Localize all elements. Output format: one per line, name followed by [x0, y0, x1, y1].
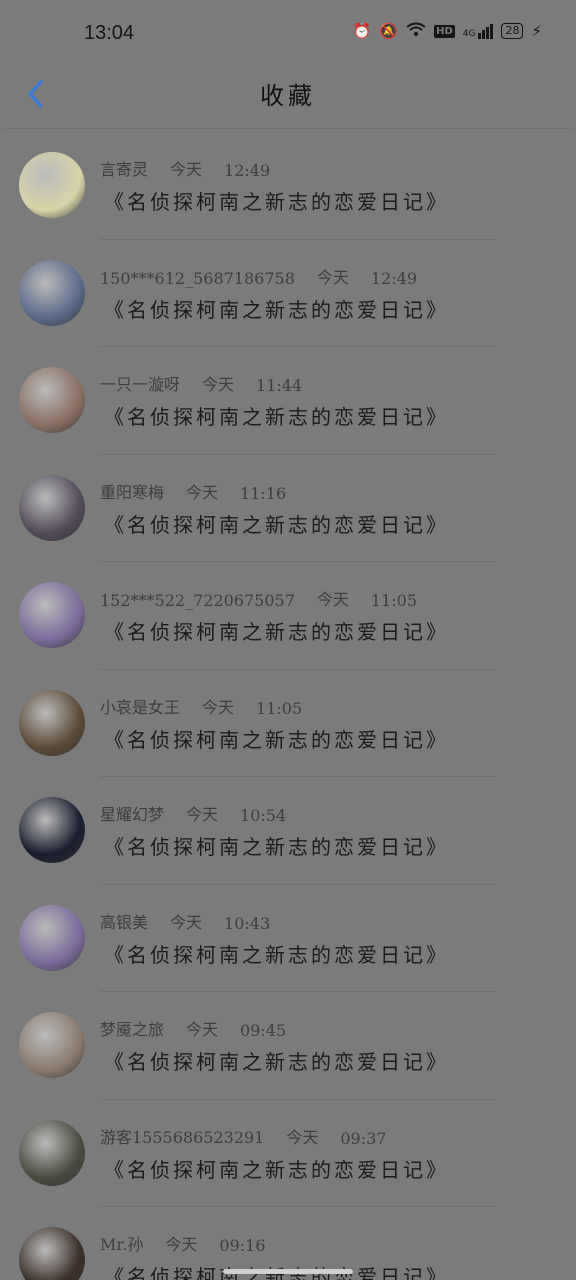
favorites-list: 言寄灵 今天 12:49 《名侦探柯南之新志的恋爱日记》 150***612_5…	[0, 132, 576, 1280]
timestamp-prefix: 今天	[170, 912, 203, 932]
favorite-content[interactable]: 《名侦探柯南之新志的恋爱日记》	[104, 831, 449, 860]
favorite-content[interactable]: 《名侦探柯南之新志的恋爱日记》	[104, 509, 449, 538]
network-label: 4G	[462, 28, 476, 39]
timestamp: 10:54	[240, 806, 287, 825]
favorite-content[interactable]: 《名侦探柯南之新志的恋爱日记》	[104, 294, 449, 323]
list-item[interactable]: 高银美 今天 10:43 《名侦探柯南之新志的恋爱日记》	[0, 885, 576, 992]
timestamp: 11:05	[256, 698, 303, 718]
mute-bell-icon: 🔕	[379, 22, 399, 40]
item-meta: 小哀是女王 今天 11:05	[100, 694, 302, 718]
charging-icon: ⚡	[531, 22, 542, 40]
status-time: 13:04	[84, 22, 135, 44]
favorite-content[interactable]: 《名侦探柯南之新志的恋爱日记》	[104, 724, 449, 753]
signal-4g-icon: 4G	[462, 23, 494, 39]
avatar[interactable]	[19, 474, 85, 541]
favorite-content[interactable]: 《名侦探柯南之新志的恋爱日记》	[104, 616, 449, 645]
list-item[interactable]: 152***522_7220675057 今天 11:05 《名侦探柯南之新志的…	[0, 562, 576, 670]
list-item[interactable]: 小哀是女王 今天 11:05 《名侦探柯南之新志的恋爱日记》	[0, 670, 576, 777]
list-item[interactable]: 重阳寒梅 今天 11:16 《名侦探柯南之新志的恋爱日记》	[0, 455, 576, 562]
username[interactable]: 152***522_7220675057	[100, 591, 295, 610]
username[interactable]: Mr.孙	[100, 1231, 143, 1255]
avatar[interactable]	[19, 904, 85, 971]
avatar[interactable]	[19, 259, 85, 326]
avatar[interactable]	[19, 689, 85, 756]
item-meta: 152***522_7220675057 今天 11:05	[100, 586, 417, 610]
favorite-content[interactable]: 《名侦探柯南之新志的恋爱日记》	[104, 401, 449, 430]
avatar[interactable]	[19, 1227, 85, 1280]
timestamp-prefix: 今天	[165, 1235, 198, 1254]
list-item[interactable]: 星耀幻梦 今天 10:54 《名侦探柯南之新志的恋爱日记》	[0, 777, 576, 885]
item-meta: 重阳寒梅 今天 11:16	[100, 479, 286, 503]
timestamp: 09:45	[240, 1021, 287, 1040]
list-item[interactable]: 一只一漩呀 今天 11:44 《名侦探柯南之新志的恋爱日记》	[0, 347, 576, 455]
item-meta: 梦魇之旅 今天 09:45	[100, 1016, 286, 1040]
favorite-content[interactable]: 《名侦探柯南之新志的恋爱日记》	[104, 1046, 449, 1075]
username[interactable]: 言寄灵	[100, 156, 148, 180]
avatar[interactable]	[19, 1119, 85, 1186]
timestamp-prefix: 今天	[186, 1020, 219, 1039]
item-meta: 游客1555686523291 今天 09:37	[100, 1124, 386, 1148]
username[interactable]: 重阳寒梅	[100, 479, 164, 503]
timestamp: 09:16	[219, 1236, 266, 1255]
list-item[interactable]: 游客1555686523291 今天 09:37 《名侦探柯南之新志的恋爱日记》	[0, 1100, 576, 1207]
status-bar: 13:04 ⏰ 🔕 HD 4G 28 ⚡	[0, 0, 576, 58]
username[interactable]: 游客1555686523291	[100, 1124, 264, 1148]
favorite-content[interactable]: 《名侦探柯南之新志的恋爱日记》	[104, 939, 449, 968]
timestamp-prefix: 今天	[316, 267, 349, 287]
favorite-content[interactable]: 《名侦探柯南之新志的恋爱日记》	[104, 1154, 449, 1183]
item-meta: Mr.孙 今天 09:16	[100, 1231, 266, 1255]
username[interactable]: 梦魇之旅	[100, 1016, 164, 1040]
timestamp-prefix: 今天	[186, 805, 219, 824]
username[interactable]: 高银美	[100, 909, 148, 933]
username[interactable]: 150***612_5687186758	[100, 269, 295, 288]
timestamp: 11:16	[240, 483, 287, 503]
item-meta: 高银美 今天 10:43	[100, 909, 270, 933]
avatar[interactable]	[19, 367, 85, 433]
home-indicator[interactable]	[223, 1269, 353, 1274]
timestamp-prefix: 今天	[286, 1127, 319, 1147]
timestamp-prefix: 今天	[186, 482, 219, 502]
timestamp-prefix: 今天	[316, 590, 349, 609]
username[interactable]: 小哀是女王	[100, 694, 180, 718]
hd-icon: HD	[434, 24, 455, 38]
timestamp: 12:49	[224, 161, 271, 180]
wifi-icon	[406, 22, 426, 40]
avatar[interactable]	[19, 1012, 85, 1078]
battery-icon: 28	[501, 23, 524, 39]
timestamp-prefix: 今天	[202, 375, 235, 394]
timestamp: 11:44	[256, 376, 303, 395]
avatar[interactable]	[19, 152, 85, 218]
alarm-icon: ⏰	[352, 22, 372, 40]
timestamp: 12:49	[370, 268, 417, 288]
timestamp: 10:43	[224, 913, 271, 933]
list-item[interactable]: 梦魇之旅 今天 09:45 《名侦探柯南之新志的恋爱日记》	[0, 992, 576, 1100]
timestamp: 11:05	[370, 591, 417, 610]
timestamp-prefix: 今天	[202, 697, 235, 717]
item-meta: 星耀幻梦 今天 10:54	[100, 801, 286, 825]
item-meta: 150***612_5687186758 今天 12:49	[100, 264, 417, 288]
status-icons: ⏰ 🔕 HD 4G 28 ⚡	[353, 22, 542, 40]
username[interactable]: 一只一漩呀	[100, 371, 180, 395]
list-item[interactable]: 150***612_5687186758 今天 12:49 《名侦探柯南之新志的…	[0, 240, 576, 347]
timestamp-prefix: 今天	[170, 160, 203, 179]
header-bar: 收藏	[4, 60, 572, 128]
username[interactable]: 星耀幻梦	[100, 801, 164, 825]
item-meta: 言寄灵 今天 12:49	[100, 156, 270, 180]
item-meta: 一只一漩呀 今天 11:44	[100, 371, 302, 395]
avatar[interactable]	[19, 797, 85, 863]
list-item[interactable]: 言寄灵 今天 12:49 《名侦探柯南之新志的恋爱日记》	[0, 132, 576, 240]
avatar[interactable]	[19, 582, 85, 648]
timestamp: 09:37	[340, 1128, 387, 1148]
page-title: 收藏	[260, 82, 316, 110]
favorite-content[interactable]: 《名侦探柯南之新志的恋爱日记》	[104, 186, 449, 215]
